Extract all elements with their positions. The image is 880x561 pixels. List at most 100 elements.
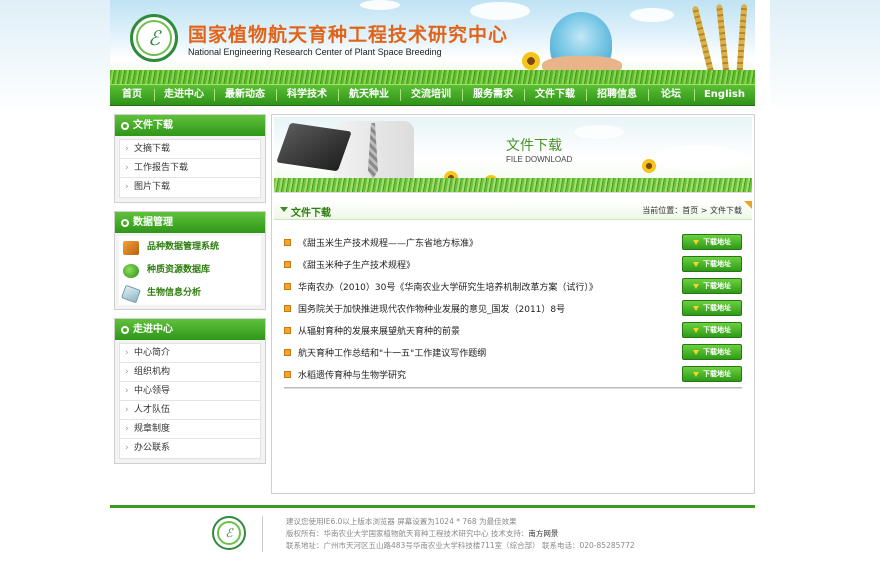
sidebar-item-leaders[interactable]: 中心领导 (120, 382, 260, 401)
site-title: 国家植物航天育种工程技术研究中心 (188, 24, 509, 46)
download-button[interactable]: 下载地址 (682, 344, 742, 360)
sidebar: 文件下载 文摘下载 工作报告下载 图片下载 数据管理 品种数据管理系统 种质资源… (114, 114, 266, 472)
file-link[interactable]: 水稻遗传育种与生物学研究 (298, 368, 682, 381)
footer-copyright: 版权所有：华南农业大学国家植物航天育种工程技术研究中心 技术支持：南方网景 (286, 529, 559, 538)
footer-browser-note: 建议您使用IE6.0以上版本浏览器 屏幕设置为1024 * 768 为最佳效果 (286, 517, 517, 526)
sidebar-data-box: 数据管理 品种数据管理系统 种质资源数据库 生物信息分析 (114, 211, 266, 310)
download-arrow-icon (693, 305, 699, 311)
download-button[interactable]: 下载地址 (682, 234, 742, 250)
grass-strip (274, 178, 752, 192)
page-backdrop-right (770, 0, 880, 561)
nav-science[interactable]: 科学技术 (276, 84, 338, 106)
nav-news[interactable]: 最新动态 (214, 84, 276, 106)
nav-english[interactable]: English (694, 84, 755, 106)
footer-address: 联系地址：广州市天河区五山路483号华南农业大学科技楼711室（综合部） 联系电… (286, 541, 635, 550)
bullet-icon (284, 326, 291, 334)
sidebar-data-title: 数据管理 (133, 217, 173, 228)
footer-support-link[interactable]: 南方网景 (528, 529, 558, 538)
analysis-icon (121, 284, 141, 303)
footer-info: 建议您使用IE6.0以上版本浏览器 屏幕设置为1024 * 768 为最佳效果 … (286, 516, 635, 552)
download-button[interactable]: 下载地址 (682, 278, 742, 294)
list-item: 航天育种工作总结和"十一五"工作建议写作题纲 下载地址 (284, 341, 742, 363)
download-arrow-icon (693, 327, 699, 333)
site-subtitle-en: National Engineering Research Center of … (188, 47, 442, 57)
sunflower-icon (522, 52, 540, 70)
footer-logo: ℰ (212, 516, 246, 550)
sidebar-about-box: 走进中心 中心简介 组织机构 中心领导 人才队伍 规章制度 办公联系 (114, 318, 266, 464)
list-item: 水稻遗传育种与生物学研究 下载地址 (284, 363, 742, 385)
site-header: ℰ 国家植物航天育种工程技术研究中心 National Engineering … (110, 0, 755, 84)
circle-icon (121, 218, 129, 227)
download-button[interactable]: 下载地址 (682, 322, 742, 338)
sidebar-item-image-download[interactable]: 图片下载 (120, 178, 260, 197)
file-link[interactable]: 《甜玉米生产技术规程——广东省地方标准》 (298, 236, 682, 249)
circle-icon (121, 325, 129, 334)
download-arrow-icon (693, 283, 699, 289)
download-button[interactable]: 下载地址 (682, 300, 742, 316)
download-button[interactable]: 下载地址 (682, 256, 742, 272)
download-arrow-icon (693, 371, 699, 377)
file-link[interactable]: 《甜玉米种子生产技术规程》 (298, 258, 682, 271)
nav-downloads[interactable]: 文件下载 (524, 84, 586, 106)
file-link[interactable]: 华南农办（2010）30号《华南农业大学研究生培养机制改革方案（试行）》 (298, 280, 682, 293)
page-banner: 文件下载 FILE DOWNLOAD (274, 117, 752, 193)
banner-subtitle: FILE DOWNLOAD (506, 155, 573, 164)
sidebar-item-variety-db[interactable]: 品种数据管理系统 (119, 236, 261, 259)
sidebar-item-talent[interactable]: 人才队伍 (120, 401, 260, 420)
list-item: 《甜玉米种子生产技术规程》 下载地址 (284, 253, 742, 275)
circle-icon (121, 121, 129, 130)
file-link[interactable]: 从辐射育种的发展来展望航天育种的前景 (298, 324, 682, 337)
download-arrow-icon (693, 349, 699, 355)
nav-services[interactable]: 服务需求 (462, 84, 524, 106)
bullet-icon (284, 260, 291, 268)
divider (262, 516, 263, 552)
nav-training[interactable]: 交流培训 (400, 84, 462, 106)
section-header: 文件下载 当前位置：首页 > 文件下载 (274, 201, 752, 220)
site-logo[interactable]: ℰ (130, 14, 178, 62)
sidebar-about-title: 走进中心 (133, 324, 173, 335)
sidebar-item-germplasm-db[interactable]: 种质资源数据库 (119, 259, 261, 282)
footer-divider-line (110, 505, 755, 508)
bullet-icon (284, 304, 291, 312)
sidebar-item-contact[interactable]: 办公联系 (120, 439, 260, 458)
nav-home[interactable]: 首页 (110, 84, 154, 106)
bullet-icon (284, 348, 291, 356)
page-backdrop-left (0, 0, 110, 561)
wheat-icon (736, 3, 748, 81)
sidebar-item-report-download[interactable]: 工作报告下载 (120, 159, 260, 178)
file-link[interactable]: 国务院关于加快推进现代农作物种业发展的意见_国发（2011）8号 (298, 302, 682, 315)
bullet-icon (284, 238, 291, 246)
banner-title: 文件下载 (506, 138, 562, 154)
download-arrow-icon (693, 261, 699, 267)
divider (284, 387, 742, 389)
file-list: 《甜玉米生产技术规程——广东省地方标准》 下载地址 《甜玉米种子生产技术规程》 下载… (284, 231, 742, 385)
nav-jobs[interactable]: 招聘信息 (586, 84, 648, 106)
list-item: 国务院关于加快推进现代农作物种业发展的意见_国发（2011）8号 下载地址 (284, 297, 742, 319)
section-title: 文件下载 (291, 208, 331, 219)
list-item: 从辐射育种的发展来展望航天育种的前景 下载地址 (284, 319, 742, 341)
breadcrumb[interactable]: 当前位置：首页 > 文件下载 (642, 205, 742, 216)
wheat-icon (716, 4, 730, 81)
page-container: ℰ 国家植物航天育种工程技术研究中心 National Engineering … (110, 0, 755, 561)
nav-seed-industry[interactable]: 航天种业 (338, 84, 400, 106)
nav-about[interactable]: 走进中心 (154, 84, 214, 106)
plant-icon (123, 263, 139, 278)
sunflower-icon (642, 159, 656, 173)
download-button[interactable]: 下载地址 (682, 366, 742, 382)
sidebar-downloads-title: 文件下载 (133, 120, 173, 131)
sidebar-item-intro[interactable]: 中心简介 (120, 344, 260, 363)
download-arrow-icon (693, 239, 699, 245)
list-item: 《甜玉米生产技术规程——广东省地方标准》 下载地址 (284, 231, 742, 253)
sidebar-downloads-box: 文件下载 文摘下载 工作报告下载 图片下载 (114, 114, 266, 203)
sidebar-item-bioinfo[interactable]: 生物信息分析 (119, 282, 261, 305)
file-link[interactable]: 航天育种工作总结和"十一五"工作建议写作题纲 (298, 346, 682, 359)
nav-forum[interactable]: 论坛 (648, 84, 694, 106)
sidebar-item-organization[interactable]: 组织机构 (120, 363, 260, 382)
main-nav: 首页 走进中心 最新动态 科学技术 航天种业 交流培训 服务需求 文件下载 招聘… (110, 84, 755, 106)
sidebar-item-abstract-download[interactable]: 文摘下载 (120, 140, 260, 159)
logo-emblem-icon: ℰ (217, 521, 241, 545)
main-content: 文件下载 FILE DOWNLOAD 文件下载 当前位置：首页 > 文件下载 《… (271, 114, 755, 494)
triangle-down-icon (280, 207, 288, 212)
logo-emblem-icon: ℰ (136, 20, 172, 56)
sidebar-item-rules[interactable]: 规章制度 (120, 420, 260, 439)
